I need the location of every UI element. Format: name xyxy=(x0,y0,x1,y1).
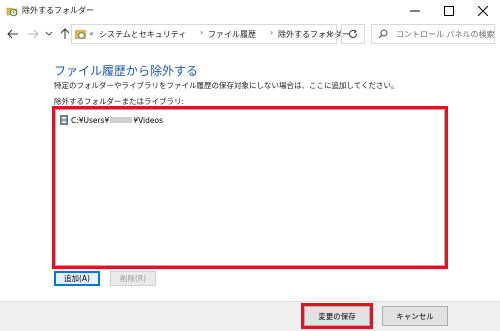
excluded-folders-list-frame: C:¥Users¥ ¥Videos xyxy=(55,109,445,266)
add-button[interactable]: 追加(A) xyxy=(54,271,100,286)
address-dropdown-button[interactable] xyxy=(323,24,337,44)
page-description: 特定のフォルダーやライブラリをファイル履歴の保存対象にしない場合は、ここに追加し… xyxy=(54,81,399,90)
chevron-right-icon[interactable]: › xyxy=(270,28,273,37)
up-button[interactable] xyxy=(58,26,72,42)
breadcrumb-system-security[interactable]: システムとセキュリティ xyxy=(99,29,186,40)
breadcrumb-file-history[interactable]: ファイル履歴 xyxy=(208,29,256,40)
search-placeholder: コントロール パネルの検索 xyxy=(396,30,495,39)
minimize-icon xyxy=(410,10,420,12)
title-bar: 除外するフォルダー xyxy=(0,0,500,22)
refresh-button[interactable] xyxy=(341,24,365,44)
redacted-username xyxy=(110,117,133,123)
videos-library-icon xyxy=(60,115,68,125)
refresh-icon xyxy=(349,29,357,38)
close-button[interactable] xyxy=(466,0,500,22)
navigation-bar: « システムとセキュリティ › ファイル履歴 › 除外するフォルダー コントロー… xyxy=(0,22,500,48)
search-icon xyxy=(378,29,388,41)
list-item[interactable]: C:¥Users¥ ¥Videos xyxy=(60,115,163,125)
maximize-button[interactable] xyxy=(432,0,466,22)
forward-button[interactable] xyxy=(26,26,40,42)
search-box[interactable]: コントロール パネルの検索 xyxy=(371,24,495,44)
delete-button[interactable]: 削除(R) xyxy=(110,271,156,286)
arrow-left-icon xyxy=(7,29,18,39)
address-bar[interactable]: « システムとセキュリティ › ファイル履歴 › 除外するフォルダー xyxy=(71,24,350,44)
file-history-icon xyxy=(6,5,18,17)
chevron-right-icon[interactable]: › xyxy=(200,28,203,37)
cancel-button[interactable]: キャンセル xyxy=(382,306,448,326)
list-item-path-prefix: C:¥Users¥ xyxy=(71,115,110,125)
control-panel-icon xyxy=(75,29,86,40)
breadcrumb-overflow[interactable]: « xyxy=(89,29,94,38)
arrow-up-icon xyxy=(60,28,70,39)
chevron-down-icon xyxy=(326,31,333,36)
page-title: ファイル履歴から除外する xyxy=(54,64,199,78)
recent-locations-button[interactable] xyxy=(44,26,54,42)
close-icon xyxy=(478,6,488,16)
save-button[interactable]: 変更の保存 xyxy=(304,306,370,326)
chevron-down-icon xyxy=(45,31,53,36)
arrow-right-icon xyxy=(28,29,39,39)
back-button[interactable] xyxy=(6,26,20,42)
breadcrumb-excluded-folders[interactable]: 除外するフォルダー xyxy=(278,29,350,40)
excluded-folders-list[interactable]: C:¥Users¥ ¥Videos xyxy=(52,106,448,269)
window-title: 除外するフォルダー xyxy=(22,6,94,15)
list-item-path-suffix: ¥Videos xyxy=(133,115,164,125)
minimize-button[interactable] xyxy=(398,0,432,22)
maximize-icon xyxy=(444,6,454,16)
